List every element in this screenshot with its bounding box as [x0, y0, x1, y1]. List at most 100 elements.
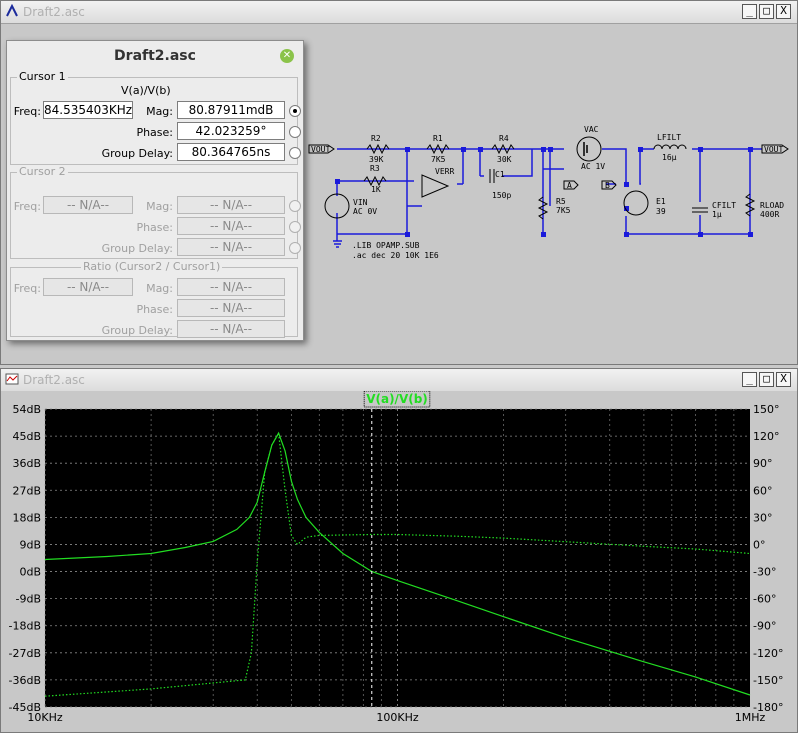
cursor2-gd-radio: [289, 242, 301, 254]
freq-label: Freq:: [13, 105, 41, 118]
svg-text:CFILT: CFILT: [712, 201, 736, 210]
ratio-group: Ratio (Cursor2 / Cursor1) Freq: -- N/A--…: [10, 260, 298, 338]
schematic-labels: VOUT R2 39K R3 1K R1 7K5 VERR R4 30K C1 …: [311, 125, 784, 260]
schematic-titlebar[interactable]: Draft2.asc _ □ X: [1, 1, 797, 24]
svg-text:AC 1V: AC 1V: [581, 162, 605, 171]
plot-window: Draft2.asc _ □ X 54dB 45dB 36dB 27dB 18dB 9dB…: [0, 368, 798, 733]
ltspice-icon: [6, 4, 18, 17]
phase-label: Phase:: [136, 221, 173, 234]
y-tick-right: -120°: [753, 647, 783, 660]
cursor2-phase-radio: [289, 221, 301, 233]
y-tick-left: -36dB: [9, 674, 42, 687]
svg-text:7K5: 7K5: [431, 155, 446, 164]
cursor1-group: Cursor 1 V(a)/V(b) Freq: 84.535403KHz Ma…: [10, 70, 301, 165]
group-delay-label: Group Delay:: [101, 242, 173, 255]
cursor2-group: Cursor 2 Freq: -- N/A-- Mag: -- N/A-- Ph…: [10, 165, 301, 259]
svg-text:VIN: VIN: [353, 198, 368, 207]
y-tick-right: -150°: [753, 674, 783, 687]
phase-label: Phase:: [136, 126, 173, 139]
y-tick-left: 36dB: [12, 457, 41, 470]
phase-label: Phase:: [136, 303, 173, 316]
junctions: [335, 147, 753, 237]
capacitor-c1: [489, 169, 495, 183]
y-tick-left: 18dB: [12, 511, 41, 524]
plot-title: Draft2.asc: [23, 373, 85, 387]
svg-text:.ac dec 20 10K 1E6: .ac dec 20 10K 1E6: [352, 251, 439, 260]
svg-text:39K: 39K: [369, 155, 384, 164]
svg-text:.LIB OPAMP.SUB: .LIB OPAMP.SUB: [352, 241, 420, 250]
y-tick-left: -27dB: [9, 647, 42, 660]
cursor1-phase-field[interactable]: 42.023259°: [177, 122, 285, 140]
cursor1-label: Cursor 1: [17, 70, 68, 83]
plot-titlebar[interactable]: Draft2.asc _ □ X: [1, 369, 797, 392]
svg-text:E1: E1: [656, 197, 666, 206]
svg-text:150p: 150p: [492, 191, 511, 200]
svg-text:A: A: [567, 181, 572, 190]
cursor2-label: Cursor 2: [17, 165, 68, 178]
ratio-phase-field: -- N/A--: [177, 299, 285, 317]
group-delay-label: Group Delay:: [101, 324, 173, 337]
svg-text:VOUT: VOUT: [764, 145, 783, 154]
cursor1-expr: V(a)/V(b): [121, 84, 171, 97]
cursor2-gd-field: -- N/A--: [177, 238, 285, 256]
y-tick-left: 54dB: [12, 403, 41, 416]
source-e1: [623, 190, 649, 216]
svg-text:VERR: VERR: [435, 167, 454, 176]
freq-label: Freq:: [13, 282, 41, 295]
ratio-label: Ratio (Cursor2 / Cursor1): [81, 260, 223, 273]
cursor2-mag-field: -- N/A--: [177, 196, 285, 214]
cursor2-phase-field: -- N/A--: [177, 217, 285, 235]
minimize-button[interactable]: _: [742, 4, 757, 19]
y-tick-left: -9dB: [16, 593, 42, 606]
close-button[interactable]: X: [776, 4, 791, 19]
svg-text:VOUT: VOUT: [311, 145, 330, 154]
cursor-dialog: Draft2.asc ✕ Cursor 1 V(a)/V(b) Freq: 84…: [6, 40, 304, 341]
group-delay-label: Group Delay:: [101, 147, 173, 160]
cursor1-mag-radio[interactable]: [289, 105, 301, 117]
cursor1-mag-field[interactable]: 80.87911mdB: [177, 101, 285, 119]
mag-label: Mag:: [146, 282, 173, 295]
cursor1-gd-field[interactable]: 80.364765ns: [177, 143, 285, 161]
svg-text:R5: R5: [556, 197, 566, 206]
svg-text:R4: R4: [499, 134, 509, 143]
schematic-title: Draft2.asc: [23, 5, 85, 19]
y-tick-right: 90°: [753, 457, 773, 470]
svg-text:1µ: 1µ: [712, 210, 722, 219]
ratio-mag-field: -- N/A--: [177, 278, 285, 296]
source-vac: [576, 136, 602, 162]
cursor1-gd-radio[interactable]: [289, 147, 301, 159]
ratio-gd-field: -- N/A--: [177, 320, 285, 338]
opamp-verr: [421, 174, 450, 198]
freq-label: Freq:: [13, 200, 41, 213]
svg-text:30K: 30K: [497, 155, 512, 164]
svg-text:R2: R2: [371, 134, 381, 143]
svg-text:C1: C1: [495, 170, 505, 179]
svg-text:1K: 1K: [371, 185, 381, 194]
trace-label[interactable]: V(a)/V(b): [366, 392, 428, 406]
maximize-button[interactable]: □: [759, 372, 774, 387]
svg-text:39: 39: [656, 207, 666, 216]
waveform-icon: [5, 373, 19, 385]
cursor1-phase-radio[interactable]: [289, 126, 301, 138]
y-tick-right: 0°: [753, 538, 766, 551]
svg-text:VAC: VAC: [584, 125, 599, 134]
dialog-close-icon[interactable]: ✕: [280, 49, 294, 63]
y-tick-right: 60°: [753, 484, 773, 497]
plot-pane[interactable]: 54dB 45dB 36dB 27dB 18dB 9dB 0dB -9dB -18dB -27dB…: [1, 391, 797, 732]
capacitor-cfilt: [692, 207, 708, 213]
close-button[interactable]: X: [776, 372, 791, 387]
inductor-lfilt: [653, 144, 687, 150]
y-tick-right: 150°: [753, 403, 780, 416]
y-tick-right: 120°: [753, 430, 780, 443]
maximize-button[interactable]: □: [759, 4, 774, 19]
svg-text:LFILT: LFILT: [657, 133, 681, 142]
y-tick-left: 0dB: [19, 566, 41, 579]
svg-text:AC 0V: AC 0V: [353, 207, 377, 216]
minimize-button[interactable]: _: [742, 372, 757, 387]
cursor2-mag-radio: [289, 200, 301, 212]
mag-label: Mag:: [146, 105, 173, 118]
schematic-wires: [333, 148, 762, 248]
x-tick: 1MHz: [735, 711, 766, 724]
y-tick-left: 9dB: [19, 538, 41, 551]
svg-text:400R: 400R: [760, 210, 779, 219]
